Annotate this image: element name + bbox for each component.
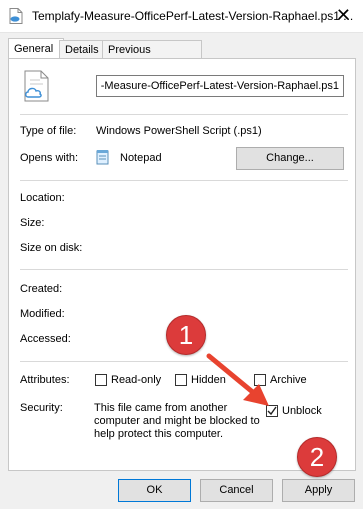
change-button[interactable]: Change... xyxy=(236,147,344,170)
security-text-line2: computer and might be blocked to xyxy=(94,415,260,427)
ok-button[interactable]: OK xyxy=(118,479,191,502)
powershell-file-icon xyxy=(9,8,23,24)
file-name-field[interactable]: -Measure-OfficePerf-Latest-Version-Rapha… xyxy=(96,75,344,97)
readonly-label: Read-only xyxy=(111,374,162,386)
modified-label: Modified: xyxy=(20,308,65,320)
divider xyxy=(20,361,348,362)
apply-button[interactable]: Apply xyxy=(282,479,355,502)
close-icon[interactable]: ✕ xyxy=(336,6,351,24)
cancel-button[interactable]: Cancel xyxy=(200,479,273,502)
opens-with-label: Opens with: xyxy=(20,152,79,164)
size-on-disk-label: Size on disk: xyxy=(20,242,83,254)
annotation-badge-2: 2 xyxy=(297,437,337,477)
readonly-checkbox[interactable] xyxy=(95,374,107,386)
hidden-checkbox[interactable] xyxy=(175,374,187,386)
accessed-label: Accessed: xyxy=(20,333,71,345)
tab-previous-versions[interactable]: Previous Versions xyxy=(102,40,202,74)
created-label: Created: xyxy=(20,283,63,295)
size-label: Size: xyxy=(20,217,45,229)
tab-details[interactable]: Details xyxy=(59,40,107,59)
annotation-badge-1: 1 xyxy=(166,315,206,355)
type-value: Windows PowerShell Script (.ps1) xyxy=(96,125,262,137)
opens-with-value: Notepad xyxy=(120,152,162,164)
divider xyxy=(20,180,348,181)
tab-general[interactable]: General xyxy=(8,38,64,60)
window-title: Templafy-Measure-OfficePerf-Latest-Versi… xyxy=(32,9,354,23)
archive-label: Archive xyxy=(270,374,307,386)
attributes-label: Attributes: xyxy=(20,374,70,386)
security-label: Security: xyxy=(20,402,63,414)
type-label: Type of file: xyxy=(20,125,77,137)
divider xyxy=(20,269,348,270)
notepad-icon xyxy=(96,150,109,165)
powershell-file-large-icon xyxy=(24,70,49,102)
red-arrow-icon xyxy=(206,353,269,406)
unblock-label: Unblock xyxy=(282,405,322,417)
divider xyxy=(20,114,348,115)
file-name-value: -Measure-OfficePerf-Latest-Version-Rapha… xyxy=(100,80,339,92)
security-text-line3: help protect this computer. xyxy=(94,428,224,440)
location-label: Location: xyxy=(20,192,65,204)
